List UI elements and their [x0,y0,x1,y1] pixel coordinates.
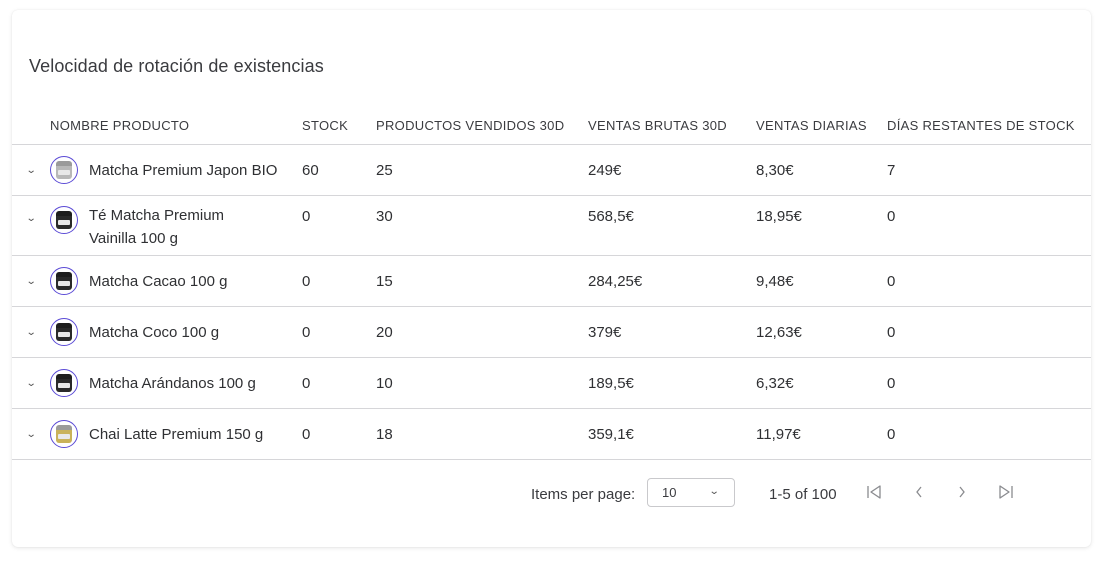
product-cell: Matcha Coco 100 g [50,306,302,358]
next-page-icon[interactable] [952,482,972,502]
product-jar-icon [56,161,72,179]
days-remaining-cell: 0 [887,306,1091,358]
chevron-down-icon: ⌄ [25,164,37,176]
sold-30d-cell: 15 [376,255,588,307]
header-stock[interactable]: STOCK [302,107,376,145]
gross-sales-cell: 359,1€ [588,408,756,460]
previous-page-icon[interactable] [909,482,929,502]
product-avatar [50,369,78,397]
gross-sales-cell: 249€ [588,144,756,196]
days-remaining-cell: 0 [887,408,1091,460]
stock-rotation-card: Velocidad de rotación de existencias NOM… [12,10,1091,547]
gross-sales-cell: 189,5€ [588,357,756,409]
days-remaining-cell: 7 [887,144,1091,196]
daily-sales-cell: 6,32€ [756,357,887,409]
product-avatar [50,206,78,234]
expand-row-toggle[interactable]: ⌄ [12,144,50,196]
days-remaining-cell: 0 [887,255,1091,307]
chevron-down-icon: ⌄ [708,486,720,497]
product-name: Matcha Coco 100 g [89,323,220,341]
header-days-remaining[interactable]: DÍAS RESTANTES DE STOCK [887,107,1091,145]
chevron-down-icon: ⌄ [25,377,37,389]
table-row[interactable]: ⌄ Matcha Coco 100 g 0 20 379€ 12,63€ 0 [12,306,1091,358]
stock-cell: 0 [302,408,376,460]
product-jar-icon [56,272,72,290]
product-cell: Matcha Cacao 100 g [50,255,302,307]
table-row[interactable]: ⌄ Té Matcha Premium Vainilla 100 g 0 30 568,… [12,195,1091,256]
stock-cell: 60 [302,144,376,196]
sold-30d-cell: 10 [376,357,588,409]
product-jar-icon [56,211,72,229]
product-name: Matcha Premium Japon BIO [89,161,278,179]
items-per-page-select[interactable]: 10 ⌄ [647,478,735,507]
table-header-row: NOMBRE PRODUCTO STOCK PRODUCTOS VENDIDOS… [12,107,1091,145]
chevron-down-icon: ⌄ [25,326,37,338]
header-daily-sales[interactable]: VENTAS DIARIAS [756,107,887,145]
items-per-page-value: 10 [662,485,677,500]
product-cell: Té Matcha Premium Vainilla 100 g [50,195,302,256]
chevron-down-icon: ⌄ [25,213,37,224]
sold-30d-cell: 18 [376,408,588,460]
expand-row-toggle[interactable]: ⌄ [12,255,50,307]
last-page-icon[interactable] [996,482,1016,502]
product-name: Té Matcha Premium Vainilla 100 g [89,207,225,247]
daily-sales-cell: 9,48€ [756,255,887,307]
header-gross-sales-30d[interactable]: VENTAS BRUTAS 30D [588,107,756,145]
sold-30d-cell: 25 [376,144,588,196]
days-remaining-cell: 0 [887,195,1091,256]
product-name: Chai Latte Premium 150 g [89,425,264,443]
chevron-down-icon: ⌄ [25,428,37,440]
items-per-page-label: Items per page: [531,486,636,503]
expand-row-toggle[interactable]: ⌄ [12,306,50,358]
product-cell: Matcha Premium Japon BIO [50,144,302,196]
product-cell: Chai Latte Premium 150 g [50,408,302,460]
product-cell: Matcha Arándanos 100 g [50,357,302,409]
table-row[interactable]: ⌄ Matcha Cacao 100 g 0 15 284,25€ 9,48€ 0 [12,255,1091,307]
expand-row-toggle[interactable]: ⌄ [12,357,50,409]
card-title: Velocidad de rotación de existencias [29,56,324,76]
daily-sales-cell: 18,95€ [756,195,887,256]
expand-row-toggle[interactable]: ⌄ [12,195,50,256]
days-remaining-cell: 0 [887,357,1091,409]
product-avatar [50,420,78,448]
table-row[interactable]: ⌄ Matcha Premium Japon BIO 60 25 249€ 8,30€ 7 [12,144,1091,196]
chevron-down-icon: ⌄ [25,275,37,287]
header-expand [12,107,50,145]
stock-cell: 0 [302,357,376,409]
product-name: Matcha Cacao 100 g [89,272,228,290]
first-page-icon[interactable] [864,482,884,502]
gross-sales-cell: 284,25€ [588,255,756,307]
gross-sales-cell: 568,5€ [588,195,756,256]
sold-30d-cell: 30 [376,195,588,256]
product-avatar [50,156,78,184]
daily-sales-cell: 8,30€ [756,144,887,196]
table-row[interactable]: ⌄ Matcha Arándanos 100 g 0 10 189,5€ 6,32€ 0 [12,357,1091,409]
header-sold-30d[interactable]: PRODUCTOS VENDIDOS 30D [376,107,588,145]
daily-sales-cell: 11,97€ [756,408,887,460]
stock-cell: 0 [302,255,376,307]
gross-sales-cell: 379€ [588,306,756,358]
table-row[interactable]: ⌄ Chai Latte Premium 150 g 0 18 359,1€ 11,97€… [12,408,1091,460]
pagination-bar: Items per page: 10 ⌄ 1-5 of 100 [12,478,1091,510]
stock-cell: 0 [302,195,376,256]
product-jar-icon [56,374,72,392]
page-range-label: 1-5 of 100 [769,486,837,503]
product-jar-icon [56,425,72,443]
sold-30d-cell: 20 [376,306,588,358]
product-avatar [50,267,78,295]
stock-table: NOMBRE PRODUCTO STOCK PRODUCTOS VENDIDOS… [12,107,1091,460]
product-avatar [50,318,78,346]
stock-cell: 0 [302,306,376,358]
expand-row-toggle[interactable]: ⌄ [12,408,50,460]
header-product-name[interactable]: NOMBRE PRODUCTO [50,107,302,145]
daily-sales-cell: 12,63€ [756,306,887,358]
product-jar-icon [56,323,72,341]
product-name: Matcha Arándanos 100 g [89,374,256,392]
